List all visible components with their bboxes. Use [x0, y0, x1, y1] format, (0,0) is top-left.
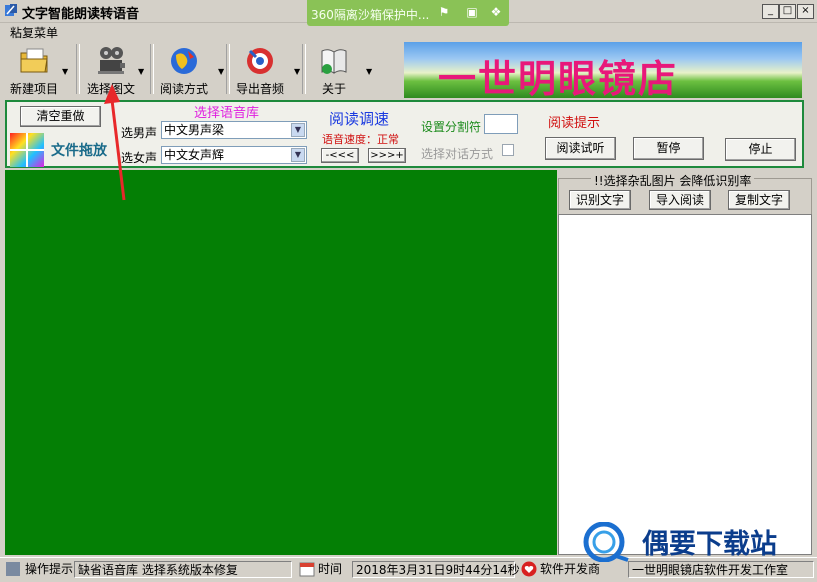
folder-icon[interactable]: ▣ [465, 5, 479, 19]
faster-button[interactable]: >>>+ [368, 148, 406, 163]
toolbar-separator [302, 44, 306, 94]
sandbox-text: 360隔离沙箱保护中... [311, 8, 430, 22]
separator-input[interactable] [484, 114, 518, 134]
female-voice-value: 中文女声辉 [164, 148, 225, 162]
new-project-button[interactable]: 新建项目 ▼ [2, 43, 68, 97]
chevron-down-icon[interactable]: ▼ [291, 123, 305, 137]
color-grid-icon [10, 133, 44, 167]
music-disc-icon [247, 48, 273, 74]
read-mode-button[interactable]: 阅读方式 ▼ [154, 43, 224, 97]
minimize-button[interactable]: _ [762, 4, 779, 19]
app-icon [5, 4, 17, 16]
male-voice-label: 选男声 [121, 126, 158, 140]
export-audio-label: 导出音频 [235, 82, 284, 96]
site-watermark: 偶要下载站 [580, 522, 816, 562]
import-button[interactable]: 导入阅读 [649, 190, 711, 210]
tips-value: 缺省语音库 选择系统版本修复 [74, 561, 292, 578]
pause-button[interactable]: 暂停 [633, 137, 704, 160]
copy-button[interactable]: 复制文字 [728, 190, 790, 210]
calendar-icon [299, 562, 315, 577]
dev-value: 一世明眼镜店软件开发工作室 [628, 561, 814, 578]
speed-status: 语音速度：正常 [322, 133, 399, 146]
select-image-text-label: 选择图文 [86, 82, 135, 96]
new-project-label: 新建项目 [9, 82, 58, 96]
time-label: 时间 [318, 562, 343, 576]
dev-label: 软件开发商 [540, 562, 601, 576]
about-label: 关于 [321, 82, 346, 96]
male-voice-value: 中文男声梁 [164, 123, 225, 137]
time-value: 2018年3月31日9时44分14秒 [352, 561, 520, 578]
chevron-down-icon[interactable]: ▼ [366, 67, 372, 76]
separator-label: 设置分割符 [421, 120, 482, 134]
close-button[interactable]: × [797, 4, 814, 19]
dialog-mode-checkbox[interactable] [502, 144, 514, 156]
clear-button[interactable]: 清空重做 [20, 106, 101, 127]
banner-image: 一世明眼镜店 [404, 42, 802, 98]
tips-title: 阅读提示 [548, 116, 601, 131]
watermark-text: 偶要下载站 [642, 529, 777, 560]
chevron-down-icon[interactable]: ▼ [291, 148, 305, 162]
chevron-down-icon[interactable]: ▼ [138, 67, 144, 76]
heart-icon [521, 561, 537, 577]
speed-title: 阅读调速 [329, 110, 390, 128]
slower-button[interactable]: -<<< [321, 148, 359, 163]
select-image-text-button[interactable]: 选择图文 ▼ [80, 43, 144, 97]
chevron-down-icon[interactable]: ▼ [218, 67, 224, 76]
pin-icon[interactable]: ❖ [489, 5, 503, 19]
chevron-down-icon[interactable]: ▼ [294, 67, 300, 76]
tips-label: 操作提示 [25, 562, 74, 576]
ocr-result-textarea[interactable] [558, 214, 812, 555]
text-editor[interactable] [5, 170, 557, 555]
chevron-down-icon[interactable]: ▼ [62, 67, 68, 76]
control-panel: 清空重做 文件拖放 选择语音库 选男声 中文男声梁 ▼ 选女声 中文女声辉 ▼ … [5, 100, 804, 168]
about-button[interactable]: 关于 ▼ [308, 43, 372, 97]
read-mode-label: 阅读方式 [159, 82, 208, 96]
film-projector-icon [98, 47, 125, 74]
window-title: 文字智能朗读转语音 [22, 7, 140, 22]
info-icon [6, 562, 20, 576]
female-voice-label: 选女声 [121, 151, 158, 165]
male-voice-select[interactable]: 中文男声梁 ▼ [161, 121, 307, 139]
book-icon [321, 49, 347, 74]
recognize-button[interactable]: 识别文字 [569, 190, 631, 210]
sandbox-notice: 360隔离沙箱保护中... ⚑ ▣ ❖ [307, 0, 509, 26]
female-voice-select[interactable]: 中文女声辉 ▼ [161, 146, 307, 164]
watermark-logo-icon [583, 522, 629, 562]
stop-button[interactable]: 停止 [725, 138, 796, 161]
ocr-note: !!选择杂乱图片 会降低识别率 [591, 172, 755, 189]
globe-icon [171, 48, 197, 74]
shield-icon[interactable]: ⚑ [437, 5, 451, 19]
export-audio-button[interactable]: 导出音频 ▼ [230, 43, 300, 97]
file-drop-label[interactable]: 文件拖放 [51, 140, 107, 160]
listen-button[interactable]: 阅读试听 [545, 137, 616, 160]
maximize-button[interactable]: □ [779, 4, 796, 19]
banner-text: 一世明眼镜店 [438, 56, 679, 98]
menu-item-paste[interactable]: 粘复菜单 [10, 24, 58, 41]
dialog-mode-label: 选择对话方式 [421, 147, 494, 161]
voice-library-title: 选择语音库 [194, 106, 260, 121]
folder-icon [20, 48, 48, 73]
